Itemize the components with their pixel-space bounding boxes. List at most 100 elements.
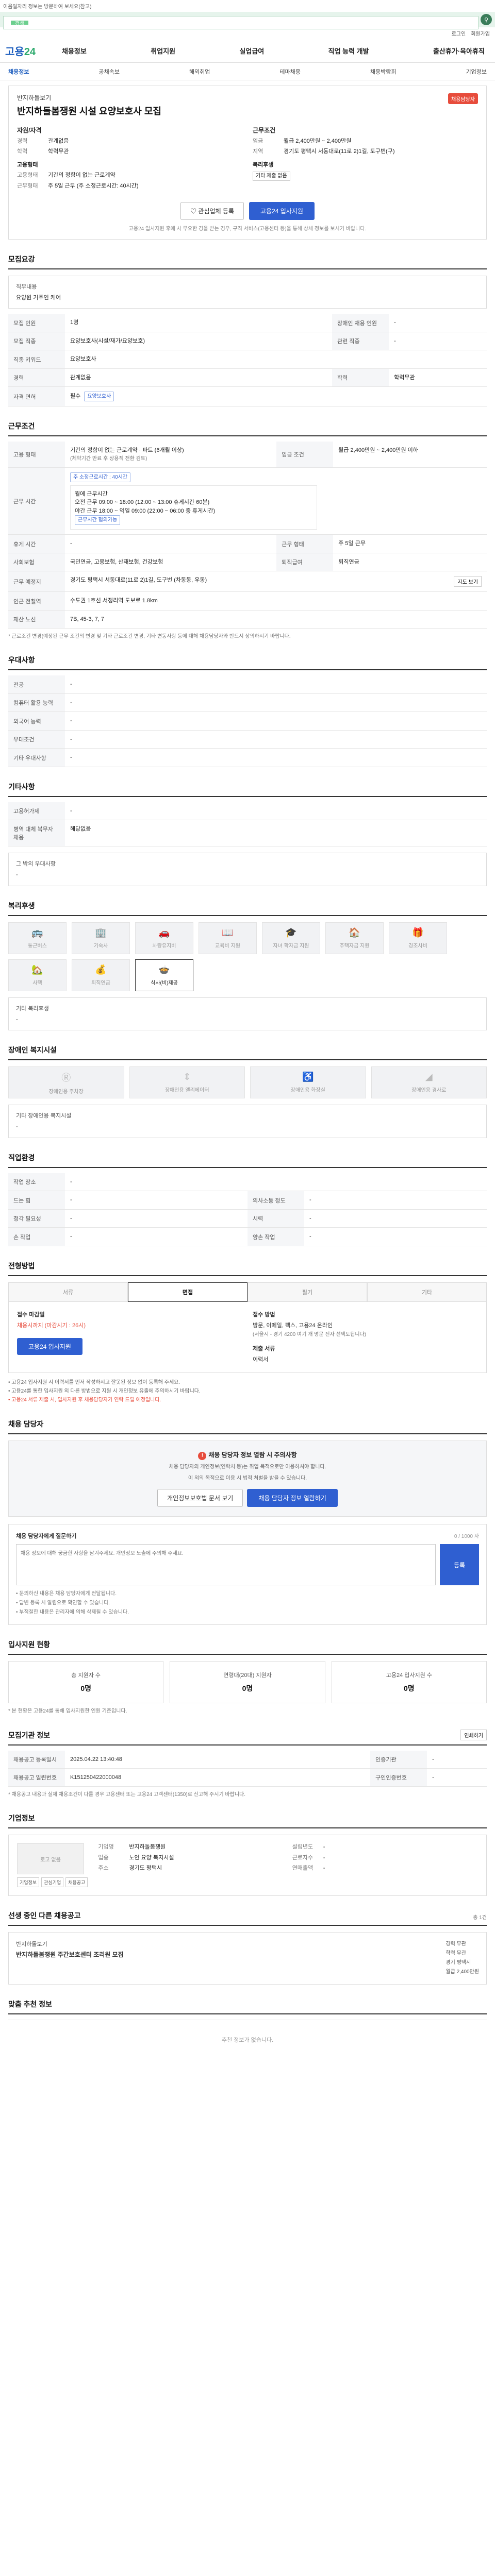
- applicants-section: 입사지원 현황 총 지원자 수 0명 연령대(20대) 지원자 0명 고용24 입사…: [8, 1639, 487, 1715]
- print-button[interactable]: 인쇄하기: [460, 1730, 487, 1741]
- table-cell: 요양보호사: [65, 350, 487, 369]
- section-title: 기업정보: [8, 1813, 487, 1829]
- tab-etc[interactable]: 기타: [367, 1282, 487, 1302]
- table-header: 컴퓨터 활용 능력: [8, 693, 65, 713]
- parking-card: Ⓡ 장애인용 주차장: [8, 1066, 124, 1099]
- corp-interest-button[interactable]: 관심기업: [41, 1877, 64, 1888]
- table-header: 근무 형태: [276, 534, 334, 553]
- hours-tag: 주 소정근로시간 : 40시간: [70, 472, 131, 482]
- similar-job-card[interactable]: 반지하돌보기 반지하돌봄쟁원 주간보호센터 조리원 모집 경력 무관 학력 무관…: [8, 1932, 487, 1985]
- kv-value: 월급 2,400만원 ~ 2,400만원: [284, 138, 352, 144]
- table-cell: 요양보호사(시설/재가/요양보호): [65, 332, 333, 351]
- tab-document[interactable]: 서류: [8, 1282, 128, 1302]
- search-bar: 검색 ⚲: [0, 12, 495, 29]
- welfare-item: 💰 퇴직연금: [72, 959, 130, 991]
- org-note: * 채용공고 내용과 실제 채용조건이 다를 경우 고용센터 또는 고용24 고…: [8, 1792, 246, 1798]
- similar-title[interactable]: 반지하돌봄쟁원 주간보호센터 조리원 모집: [16, 1950, 124, 1959]
- process-apply-button[interactable]: 고용24 입사지원: [17, 1337, 82, 1355]
- table-cell: -: [65, 1191, 248, 1210]
- graduation-icon: 🎓: [285, 927, 297, 938]
- subnav-item-public[interactable]: 공채속보: [98, 67, 119, 76]
- welfare-label: 퇴직연금: [91, 980, 110, 986]
- process-detail: 접수 마감일 채용시까지 (마감시기 : 26시) 고용24 입사지원 접수 방…: [8, 1301, 487, 1374]
- subnav-item-company[interactable]: 기업정보: [466, 67, 486, 76]
- login-link[interactable]: 로그인: [452, 29, 466, 37]
- table-cell: 7B, 45-3, 7, 7: [65, 610, 487, 629]
- table-cell: 주 소정근로시간 : 40시간 월에 근무시간 오전 근무 09:00 ~ 18…: [65, 467, 487, 535]
- gnb-item-jobs[interactable]: 채용정보: [62, 46, 87, 56]
- parking-icon: Ⓡ: [61, 1072, 71, 1083]
- table-cell: 주 5일 근무: [333, 534, 487, 553]
- section-title: 입사지원 현황: [8, 1639, 487, 1655]
- inquiry-textarea[interactable]: [16, 1544, 436, 1586]
- elevator-icon: ⇕: [183, 1072, 191, 1082]
- extra-text: -: [16, 1124, 18, 1130]
- section-title: 직업환경: [8, 1153, 487, 1168]
- table-header: 병역 대체 복무자 채용: [8, 820, 65, 847]
- corp-section: 기업정보 로고 없음 기업정보 관심기업 채용공고 기업명 반지하돌봄쟁원 업종 노…: [8, 1813, 487, 1896]
- similar-meta: 경력 무관 학력 무관 경기 평택시 월급 2,400만원: [446, 1941, 479, 1975]
- table-header: 양손 작업: [248, 1227, 304, 1246]
- privacy-doc-button[interactable]: 개인정보보호법 문서 보기: [157, 1489, 243, 1507]
- corp-jobs-button[interactable]: 채용공고: [65, 1877, 88, 1888]
- table-cell: 해당없음: [65, 820, 487, 847]
- search-input[interactable]: 검색: [3, 16, 478, 29]
- map-button[interactable]: 지도 보기: [454, 576, 482, 587]
- org-table: 채용공고 등록일시 2025.04.22 13:40:48 인증기관 - 채용공고 일…: [8, 1751, 487, 1787]
- inquiry-submit-button[interactable]: 등록: [440, 1544, 479, 1586]
- environment-section: 직업환경 작업 장소 - 드는 힘 - 의사소통 정도 - 청각 필요성 - 시력 - 손 작…: [8, 1153, 487, 1246]
- gnb-item-training[interactable]: 직업 능력 개발: [328, 46, 369, 56]
- section-title: 근무조건: [8, 421, 487, 437]
- deadline-title: 접수 마감일: [17, 1311, 45, 1318]
- contact-warning: ! 채용 담당자 정보 열람 시 주의사항: [18, 1450, 477, 1461]
- environment-table: 작업 장소 - 드는 힘 - 의사소통 정도 - 청각 필요성 - 시력 - 손 작업 - 양손 …: [8, 1173, 487, 1246]
- view-contact-button[interactable]: 채용 담당자 정보 열람하기: [247, 1489, 338, 1507]
- conditions-table: 고용 형태 기간의 정함이 없는 근로계약 · 파트 (6개월 이상) (체약기간…: [8, 442, 487, 629]
- welfare-extra-box: 기타 복리후생 -: [8, 997, 487, 1031]
- apply-button[interactable]: 고용24 입사지원: [249, 201, 315, 220]
- table-header: 근무 시간: [8, 467, 65, 535]
- docs-value: 이력서: [253, 1356, 269, 1363]
- docs-title: 제출 서류: [253, 1345, 275, 1352]
- table-cell: -: [65, 1209, 248, 1228]
- table-cell: 수도권 1호선 서정리역 도보로 1.8km: [65, 591, 487, 611]
- search-label: 검색: [11, 21, 29, 27]
- ramp-icon: ◢: [425, 1072, 433, 1082]
- inquiry-notes: • 문의하신 내용은 채용 담당자에게 전달됩니다. • 답변 등록 시 알림으…: [16, 1591, 129, 1616]
- signup-link[interactable]: 회원가입: [471, 29, 490, 37]
- welfare-label: 식사(비)제공: [151, 980, 178, 986]
- subnav-item-jobs[interactable]: 채용정보: [8, 67, 29, 76]
- table-header: 채용공고 등록일시: [8, 1751, 65, 1769]
- gnb-item-benefit[interactable]: 실업급여: [239, 46, 264, 56]
- gnb-item-support[interactable]: 취업지원: [151, 46, 175, 56]
- table-header: 손 작업: [8, 1227, 65, 1246]
- table-header: 고용 형태: [8, 442, 65, 468]
- tab-written[interactable]: 필기: [248, 1282, 367, 1302]
- corp-box: 로고 없음 기업정보 관심기업 채용공고 기업명 반지하돌봄쟁원 업종 노인 요양 …: [8, 1835, 487, 1896]
- other-section: 기타사항 고용허가제 - 병역 대체 복무자 채용 해당없음 그 밖의 우대사항 -: [8, 782, 487, 886]
- table-cell: -: [65, 802, 487, 821]
- interest-button[interactable]: ♡ 관심업체 등록: [180, 201, 244, 220]
- deadline-value: 채용시까지 (마감시기 : 26시): [17, 1322, 86, 1329]
- subnav-item-fair[interactable]: 채용박람회: [370, 67, 397, 76]
- welfare-item: 🏠 주택자금 지원: [325, 922, 384, 954]
- table-cell: -: [427, 1768, 487, 1787]
- subnav-item-overseas[interactable]: 해외취업: [189, 67, 210, 76]
- tab-interview[interactable]: 면접: [128, 1282, 248, 1302]
- table-header: 채용공고 일련번호: [8, 1768, 65, 1787]
- search-icon[interactable]: ⚲: [481, 14, 492, 25]
- subnav-item-theme[interactable]: 테마채용: [279, 67, 300, 76]
- house-icon: 🏠: [349, 927, 360, 938]
- kv-key: 학력: [17, 148, 28, 155]
- extra-title: 그 밖의 우대사항: [16, 861, 56, 868]
- contact-line: 이 외의 목적으로 이용 시 법적 처벌을 받을 수 있습니다.: [188, 1476, 307, 1482]
- conditions-note: * 근로조건 변경(예정된 근무 조건의 변경 및 기타 근로조건 변경, 기타…: [8, 634, 291, 640]
- corp-info-button[interactable]: 기업정보: [17, 1877, 40, 1888]
- org-section: 모집기관 정보 인쇄하기 채용공고 등록일시 2025.04.22 13:40:48…: [8, 1730, 487, 1799]
- site-logo[interactable]: 고용24: [5, 43, 62, 58]
- char-count: 0 / 1000 자: [454, 1534, 479, 1540]
- gnb-item-parental[interactable]: 출산휴가·육아휴직: [433, 46, 485, 56]
- welfare-label: 주택자금 지원: [339, 943, 370, 949]
- bus-icon: 🚌: [31, 927, 43, 938]
- disability-grid: Ⓡ 장애인용 주차장 ⇕ 장애인용 엘리베이터 ♿ 장애인용 화장실 ◢ 장애인용 경사…: [8, 1066, 487, 1099]
